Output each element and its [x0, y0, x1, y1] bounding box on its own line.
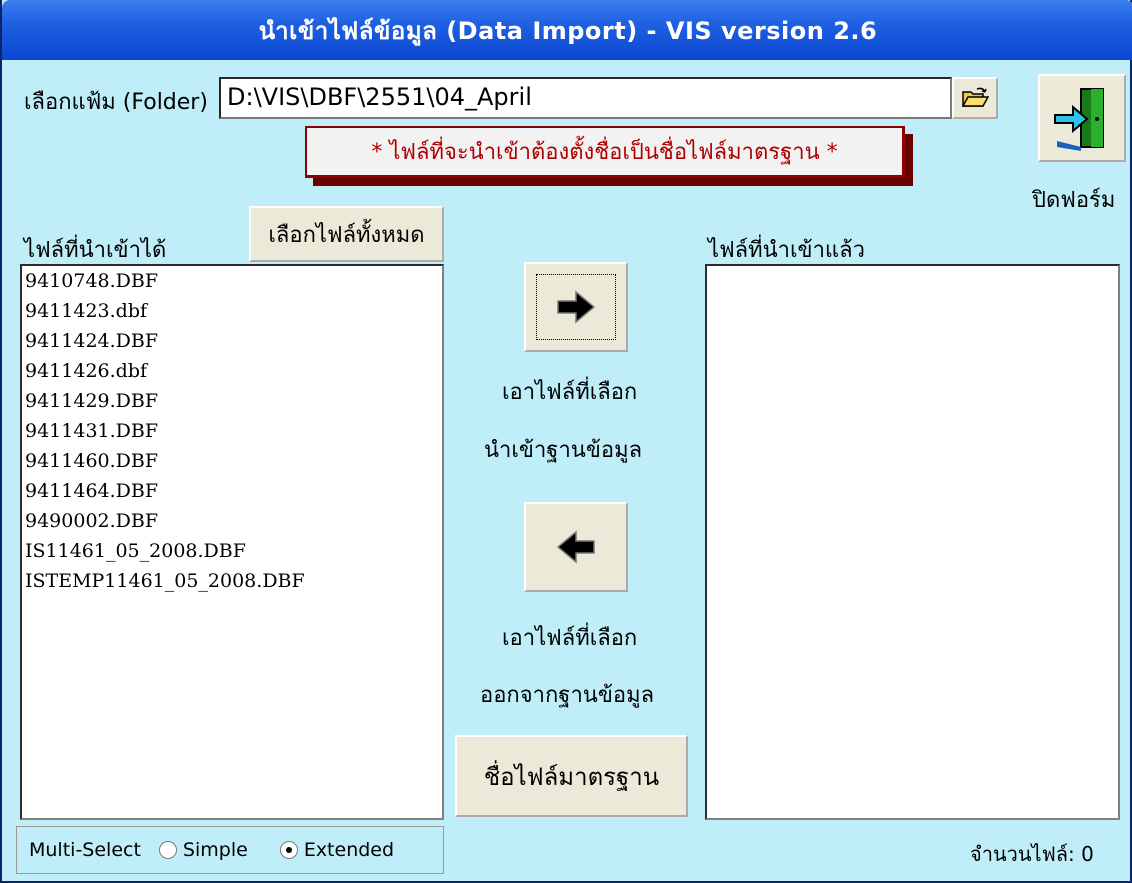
simple-radio[interactable]	[158, 841, 177, 859]
list-item[interactable]: 9490002.DBF	[22, 506, 442, 536]
list-item[interactable]: 9411429.DBF	[22, 386, 442, 416]
available-files-label: ไฟล์ที่นำเข้าได้	[24, 238, 167, 263]
naming-notice: * ไฟล์ที่จะนำเข้าต้องตั้งชื่อเป็นชื่อไฟล…	[305, 126, 905, 178]
list-item[interactable]: 9411464.DBF	[22, 476, 442, 506]
import-caption-line2: นำเข้าฐานข้อมูล	[484, 438, 643, 463]
remove-caption-line1: เอาไฟล์ที่เลือก	[502, 626, 638, 651]
list-item[interactable]: ISTEMP11461_05_2008.DBF	[22, 566, 442, 596]
browse-folder-button[interactable]	[952, 77, 998, 119]
exit-door-icon	[1054, 88, 1104, 151]
data-import-window: นำเข้าไฟล์ข้อมูล (Data Import) - VIS ver…	[0, 0, 1132, 883]
available-files-list[interactable]: 9410748.DBF 9411423.dbf 9411424.DBF 9411426…	[20, 264, 444, 820]
import-caption-line1: เอาไฟล์ที่เลือก	[502, 380, 638, 405]
import-selected-button[interactable]	[524, 262, 628, 352]
arrow-left-icon	[556, 530, 595, 564]
title-bar: นำเข้าไฟล์ข้อมูล (Data Import) - VIS ver…	[2, 0, 1132, 60]
multiselect-group: Multi-Select Simple Extended	[16, 826, 444, 874]
simple-radio-label[interactable]: Simple	[183, 839, 248, 861]
close-form-label: ปิดฟอร์ม	[1032, 188, 1116, 213]
close-form-button[interactable]	[1038, 74, 1126, 162]
file-count: จำนวนไฟล์: 0	[970, 842, 1094, 866]
extended-radio[interactable]	[279, 841, 298, 859]
list-item[interactable]: 9410748.DBF	[22, 266, 442, 296]
list-item[interactable]: 9411426.dbf	[22, 356, 442, 386]
list-item[interactable]: 9411423.dbf	[22, 296, 442, 326]
standard-filename-button[interactable]: ชื่อไฟล์มาตรฐาน	[455, 735, 688, 817]
imported-files-list[interactable]	[705, 264, 1120, 820]
multiselect-label: Multi-Select	[29, 839, 141, 861]
list-item[interactable]: IS11461_05_2008.DBF	[22, 536, 442, 566]
open-folder-icon	[961, 87, 989, 107]
remove-selected-button[interactable]	[524, 502, 628, 592]
folder-label: เลือกแฟ้ม (Folder)	[24, 90, 208, 115]
folder-path-input[interactable]: D:\VIS\DBF\2551\04_April	[219, 77, 952, 119]
extended-radio-label[interactable]: Extended	[304, 839, 394, 861]
imported-files-label: ไฟล์ที่นำเข้าแล้ว	[708, 238, 865, 263]
list-item[interactable]: 9411431.DBF	[22, 416, 442, 446]
focus-rectangle	[536, 274, 616, 340]
remove-caption-line2: ออกจากฐานข้อมูล	[480, 683, 655, 708]
list-item[interactable]: 9411460.DBF	[22, 446, 442, 476]
list-item[interactable]: 9411424.DBF	[22, 326, 442, 356]
select-all-files-button[interactable]: เลือกไฟล์ทั้งหมด	[249, 206, 444, 262]
window-title: นำเข้าไฟล์ข้อมูล (Data Import) - VIS ver…	[258, 16, 878, 45]
